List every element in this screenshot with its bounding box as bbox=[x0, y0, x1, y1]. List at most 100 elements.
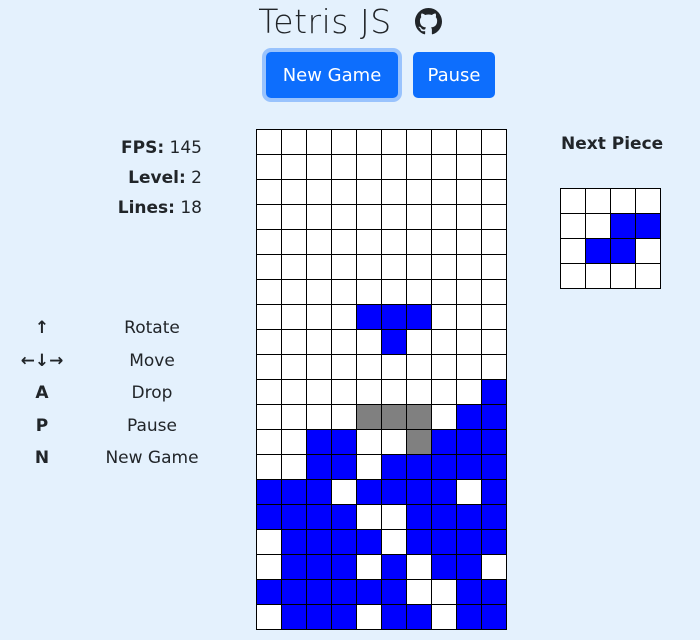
game-board[interactable] bbox=[256, 129, 507, 630]
grid-cell bbox=[432, 130, 457, 155]
grid-cell bbox=[357, 255, 382, 280]
grid-cell bbox=[636, 189, 661, 214]
grid-cell bbox=[382, 530, 407, 555]
grid-cell bbox=[307, 355, 332, 380]
grid-cell bbox=[482, 255, 507, 280]
control-row-pause: P Pause bbox=[0, 410, 220, 443]
grid-cell bbox=[457, 130, 482, 155]
grid-cell bbox=[282, 180, 307, 205]
grid-cell bbox=[357, 405, 382, 430]
grid-cell bbox=[282, 455, 307, 480]
grid-cell bbox=[382, 155, 407, 180]
grid-cell bbox=[432, 330, 457, 355]
grid-cell bbox=[382, 330, 407, 355]
grid-cell bbox=[307, 555, 332, 580]
grid-cell bbox=[407, 155, 432, 180]
grid-cell bbox=[457, 280, 482, 305]
grid-cell bbox=[407, 555, 432, 580]
grid-cell bbox=[257, 280, 282, 305]
grid-cell bbox=[257, 230, 282, 255]
lines-label: Lines: bbox=[117, 198, 175, 218]
grid-cell bbox=[307, 380, 332, 405]
grid-cell bbox=[357, 380, 382, 405]
grid-cell bbox=[407, 205, 432, 230]
grid-cell bbox=[332, 505, 357, 530]
grid-cell bbox=[282, 555, 307, 580]
controls-legend: ↑ Rotate ←↓→ Move A Drop P Pause N New G… bbox=[0, 312, 220, 475]
grid-cell bbox=[561, 239, 586, 264]
grid-cell bbox=[382, 605, 407, 630]
github-icon[interactable] bbox=[414, 8, 442, 35]
pause-button[interactable]: Pause bbox=[413, 52, 495, 98]
grid-cell bbox=[257, 555, 282, 580]
grid-cell bbox=[382, 305, 407, 330]
grid-cell bbox=[382, 130, 407, 155]
grid-cell bbox=[332, 130, 357, 155]
grid-cell bbox=[407, 605, 432, 630]
grid-cell bbox=[307, 405, 332, 430]
grid-cell bbox=[332, 580, 357, 605]
grid-cell bbox=[357, 205, 382, 230]
grid-cell bbox=[382, 255, 407, 280]
grid-cell bbox=[382, 355, 407, 380]
grid-cell bbox=[407, 330, 432, 355]
grid-cell bbox=[282, 280, 307, 305]
header: Tetris JS bbox=[0, 2, 700, 41]
grid-cell bbox=[457, 180, 482, 205]
grid-cell bbox=[257, 505, 282, 530]
grid-cell bbox=[457, 305, 482, 330]
grid-cell bbox=[382, 205, 407, 230]
grid-cell bbox=[282, 405, 307, 430]
grid-cell bbox=[282, 330, 307, 355]
grid-cell bbox=[257, 405, 282, 430]
grid-cell bbox=[482, 455, 507, 480]
grid-cell bbox=[307, 230, 332, 255]
grid-cell bbox=[482, 430, 507, 455]
grid-cell bbox=[282, 580, 307, 605]
grid-cell bbox=[457, 230, 482, 255]
grid-cell bbox=[432, 230, 457, 255]
grid-cell bbox=[332, 430, 357, 455]
grid-cell bbox=[407, 305, 432, 330]
grid-cell bbox=[457, 455, 482, 480]
grid-cell bbox=[257, 530, 282, 555]
grid-cell bbox=[282, 530, 307, 555]
grid-cell bbox=[282, 430, 307, 455]
grid-cell bbox=[482, 230, 507, 255]
grid-cell bbox=[482, 505, 507, 530]
fps-label: FPS: bbox=[121, 138, 165, 158]
grid-cell bbox=[457, 430, 482, 455]
grid-cell bbox=[432, 555, 457, 580]
control-action: Drop bbox=[131, 383, 173, 404]
grid-cell bbox=[282, 380, 307, 405]
grid-cell bbox=[382, 430, 407, 455]
grid-cell bbox=[332, 530, 357, 555]
grid-cell bbox=[482, 580, 507, 605]
grid-cell bbox=[432, 155, 457, 180]
grid-cell bbox=[282, 255, 307, 280]
grid-cell bbox=[407, 255, 432, 280]
grid-cell bbox=[432, 580, 457, 605]
grid-cell bbox=[432, 605, 457, 630]
grid-cell bbox=[307, 505, 332, 530]
grid-cell bbox=[382, 405, 407, 430]
grid-cell bbox=[482, 480, 507, 505]
grid-cell bbox=[357, 455, 382, 480]
new-game-button[interactable]: New Game bbox=[266, 52, 398, 98]
grid-cell bbox=[482, 305, 507, 330]
grid-cell bbox=[257, 205, 282, 230]
grid-cell bbox=[407, 355, 432, 380]
grid-cell bbox=[357, 305, 382, 330]
grid-cell bbox=[357, 230, 382, 255]
grid-cell bbox=[457, 380, 482, 405]
grid-cell bbox=[332, 280, 357, 305]
grid-cell bbox=[257, 480, 282, 505]
grid-cell bbox=[307, 455, 332, 480]
grid-cell bbox=[482, 155, 507, 180]
grid-cell bbox=[611, 214, 636, 239]
grid-cell bbox=[457, 580, 482, 605]
grid-cell bbox=[432, 305, 457, 330]
arrow-keys-icon: ←↓→ bbox=[20, 350, 64, 371]
grid-cell bbox=[432, 380, 457, 405]
grid-cell bbox=[636, 214, 661, 239]
